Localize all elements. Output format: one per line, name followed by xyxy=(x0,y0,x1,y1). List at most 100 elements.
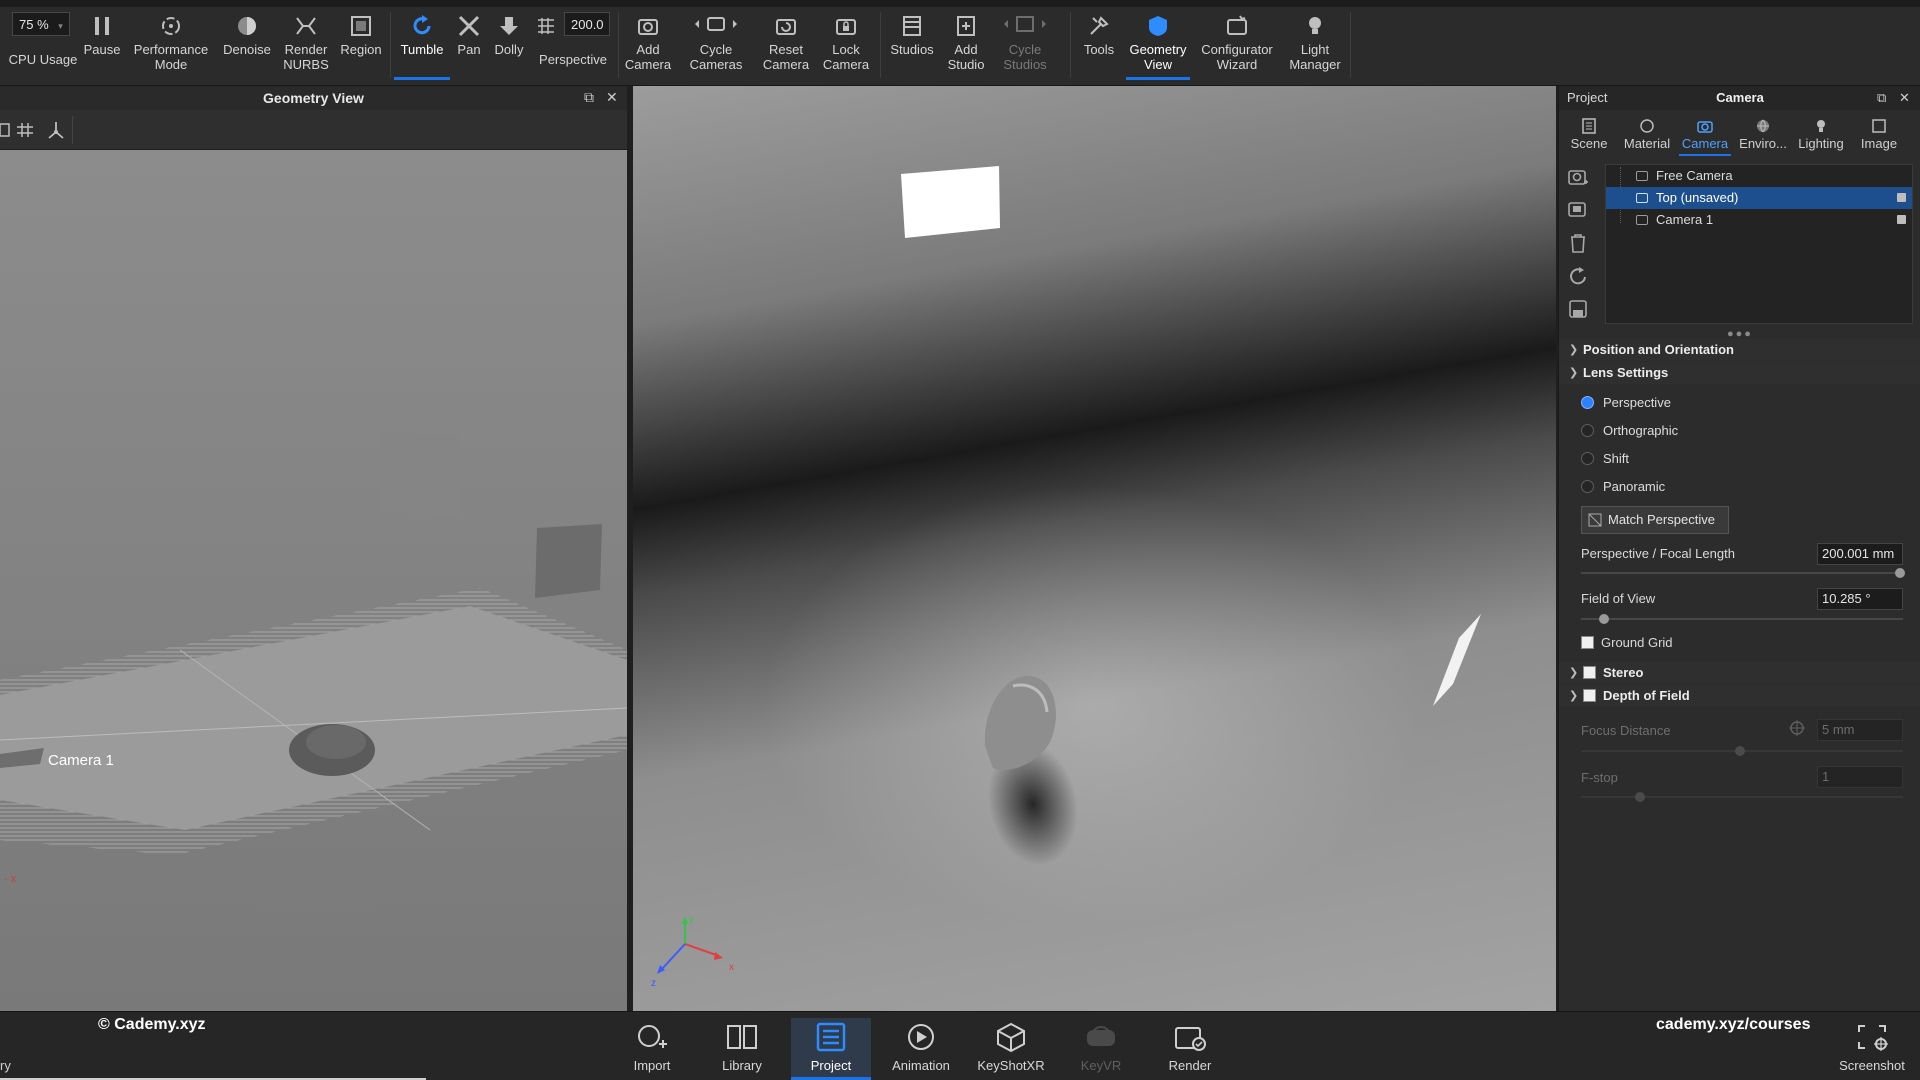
cpu-usage-button[interactable]: CPU Usage xyxy=(8,52,78,72)
light-manager-button[interactable]: Light Manager xyxy=(1284,10,1346,82)
perspective-button[interactable]: Perspective xyxy=(534,52,612,72)
dock-animation-button[interactable]: Animation xyxy=(881,1018,961,1078)
axis-gizmo-icon[interactable] xyxy=(46,120,66,140)
ground-grid-checkbox[interactable] xyxy=(1581,636,1594,649)
lock-icon[interactable] xyxy=(1897,215,1906,224)
denoise-button[interactable]: Denoise xyxy=(220,10,274,82)
section-lens-settings[interactable]: ❯ Lens Settings xyxy=(1559,362,1920,384)
geometry-view-canvas[interactable]: - x Camera 1 xyxy=(0,150,627,1011)
zoom-dropdown[interactable]: 75 % ▾ xyxy=(12,12,70,36)
geometry-view-button[interactable]: Geometry View xyxy=(1126,10,1190,82)
dock-import-button[interactable]: Import xyxy=(612,1018,692,1078)
configurator-wizard-button[interactable]: Configurator Wizard xyxy=(1194,10,1280,82)
region-button[interactable]: Region xyxy=(338,10,384,82)
lock-camera-button[interactable]: Lock Camera xyxy=(818,10,874,82)
slider-knob[interactable] xyxy=(1599,614,1609,624)
lens-mode-radio[interactable]: Panoramic xyxy=(1581,479,1665,495)
focal-length-slider[interactable] xyxy=(1581,568,1905,578)
reset-camera-button[interactable]: Reset Camera xyxy=(758,10,814,82)
match-perspective-button[interactable]: Match Perspective xyxy=(1581,506,1729,534)
refresh-icon[interactable] xyxy=(1567,266,1589,288)
render-nurbs-button[interactable]: Render NURBS xyxy=(278,10,334,82)
pause-icon xyxy=(95,17,109,35)
render-viewport[interactable]: y x z xyxy=(633,86,1556,1011)
camera-list-item[interactable]: Top (unsaved) xyxy=(1606,187,1912,209)
cycle-studios-button[interactable]: Cycle Studios xyxy=(994,10,1056,82)
geometry-view-title: Geometry View xyxy=(263,90,364,106)
studios-button[interactable]: Studios xyxy=(884,10,940,82)
dock-label: KeyShotXR xyxy=(977,1058,1045,1073)
tumble-button[interactable]: Tumble xyxy=(394,10,450,82)
cube-icon xyxy=(997,1022,1025,1052)
denoise-label: Denoise xyxy=(223,42,271,57)
lens-mode-radio[interactable]: Perspective xyxy=(1581,395,1671,411)
fov-field[interactable]: 10.285 ° xyxy=(1817,588,1903,610)
focus-distance-slider[interactable] xyxy=(1581,746,1903,756)
tab-environment[interactable]: Enviro... xyxy=(1735,112,1791,154)
section-position-orientation[interactable]: ❯ Position and Orientation xyxy=(1559,339,1920,361)
fov-slider[interactable] xyxy=(1581,614,1903,624)
chevron-down-icon: ▾ xyxy=(58,21,63,31)
dock-library-button[interactable]: Library xyxy=(702,1018,782,1078)
grid-icon[interactable] xyxy=(16,122,34,138)
focus-distance-field[interactable]: 5 mm xyxy=(1817,719,1903,741)
tab-camera[interactable]: Camera xyxy=(1677,112,1733,156)
lens-mode-radio[interactable]: Orthographic xyxy=(1581,423,1678,439)
camera-1-label[interactable]: Camera 1 xyxy=(48,752,114,769)
dock-render-button[interactable]: Render xyxy=(1150,1018,1230,1078)
light-panel-shape xyxy=(380,433,460,515)
crosshair-icon[interactable] xyxy=(1789,720,1805,736)
tab-lighting[interactable]: Lighting xyxy=(1793,112,1849,154)
fstop-slider[interactable] xyxy=(1581,792,1903,802)
tab-lighting-label: Lighting xyxy=(1798,136,1844,151)
lock-camera-label-2: Camera xyxy=(822,57,870,72)
dock-project-button[interactable]: Project xyxy=(791,1018,871,1080)
view-icon[interactable] xyxy=(0,122,12,138)
vr-headset-icon xyxy=(1087,1026,1115,1046)
close-icon[interactable]: ✕ xyxy=(606,89,618,106)
tab-scene[interactable]: Scene xyxy=(1561,112,1617,154)
trash-icon[interactable] xyxy=(1567,232,1589,254)
tools-button[interactable]: Tools xyxy=(1074,10,1124,82)
dock-keyvr-button[interactable]: KeyVR xyxy=(1061,1018,1141,1078)
fstop-field[interactable]: 1 xyxy=(1817,766,1903,788)
dof-checkbox[interactable] xyxy=(1583,689,1596,702)
dock-screenshot-button[interactable]: Screenshot xyxy=(1832,1018,1912,1078)
lock-icon[interactable] xyxy=(1897,193,1906,202)
slider-knob[interactable] xyxy=(1895,568,1905,578)
cycle-studios-label-1: Cycle xyxy=(1008,42,1042,57)
add-camera-button[interactable]: Add Camera xyxy=(622,10,674,82)
duplicate-camera-icon[interactable] xyxy=(1567,198,1589,220)
cycle-cameras-button[interactable]: Cycle Cameras xyxy=(680,10,752,82)
add-studio-button[interactable]: Add Studio xyxy=(944,10,988,82)
tab-material[interactable]: Material xyxy=(1619,112,1675,154)
lens-mode-radio[interactable]: Shift xyxy=(1581,451,1629,467)
focal-length-field[interactable]: 200.001 mm xyxy=(1817,543,1903,565)
save-icon[interactable] xyxy=(1567,298,1589,320)
performance-mode-button[interactable]: Performance Mode xyxy=(126,10,216,82)
float-window-icon[interactable]: ⧉ xyxy=(584,89,594,106)
configurator-wizard-icon xyxy=(1227,15,1247,35)
section-stereo[interactable]: ❯ Stereo xyxy=(1559,662,1920,684)
dock-keyshotxr-button[interactable]: KeyShotXR xyxy=(971,1018,1051,1078)
camera-list-item[interactable]: Camera 1 xyxy=(1606,209,1912,231)
pause-button[interactable]: Pause xyxy=(82,10,122,82)
tab-image[interactable]: Image xyxy=(1851,112,1907,154)
float-window-icon[interactable]: ⧉ xyxy=(1877,86,1886,110)
dolly-button[interactable]: Dolly xyxy=(488,10,530,82)
pan-button[interactable]: Pan xyxy=(454,10,484,82)
toolbar-divider xyxy=(880,12,881,78)
add-camera-icon[interactable] xyxy=(1567,166,1589,188)
stereo-checkbox[interactable] xyxy=(1583,666,1596,679)
slider-knob[interactable] xyxy=(1735,746,1745,756)
add-camera-label-2: Camera xyxy=(624,57,672,72)
slider-knob[interactable] xyxy=(1635,792,1645,802)
axis-y-label: y xyxy=(689,914,694,925)
lock-camera-label-1: Lock xyxy=(832,42,860,57)
close-icon[interactable]: ✕ xyxy=(1899,86,1910,110)
section-depth-of-field[interactable]: ❯ Depth of Field xyxy=(1559,685,1920,707)
radio-dot xyxy=(1581,424,1594,437)
dock-label: Render xyxy=(1168,1058,1212,1073)
camera-list-item[interactable]: Free Camera xyxy=(1606,165,1912,187)
perspective-value-field[interactable]: 200.0 xyxy=(564,12,610,36)
